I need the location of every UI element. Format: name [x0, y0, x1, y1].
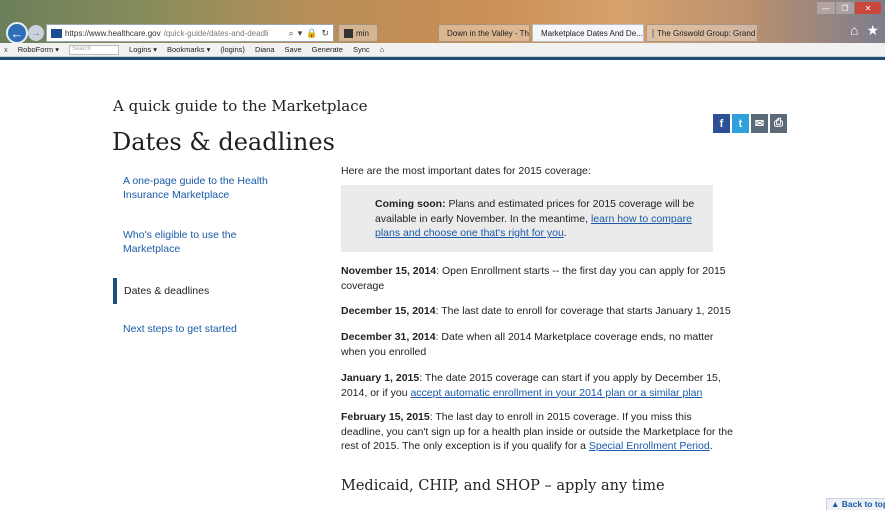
generate-button[interactable]: Generate [312, 45, 343, 54]
page-title: Dates & deadlines [112, 128, 335, 156]
automatic-enrollment-link[interactable]: accept automatic enrollment in your 2014… [410, 387, 702, 399]
lock-icon: 🔒 [306, 27, 318, 38]
sidenav-item-next-steps[interactable]: Next steps to get started [113, 318, 273, 340]
date-label: December 31, 2014 [341, 331, 436, 343]
close-window-button[interactable]: ✕ [855, 2, 881, 14]
address-bar[interactable]: https://www.healthcare.gov/quick-guide/d… [46, 24, 334, 42]
date-item: December 31, 2014: Date when all 2014 Ma… [341, 330, 736, 359]
tab-label: The Griswold Group: Grand Ra... [657, 28, 757, 38]
tab-label: min [356, 28, 369, 38]
tab-label: Marketplace Dates And De... [541, 28, 643, 38]
print-icon[interactable]: ⎙ [770, 114, 787, 133]
site-header-bar [0, 57, 885, 60]
guide-sidenav: A one-page guide to the Health Insurance… [113, 170, 273, 358]
share-buttons: f t ✉ ⎙ [713, 114, 787, 133]
back-to-top-button[interactable]: ▲ Back to top [826, 498, 885, 510]
window-controls: — ❐ ✕ [817, 2, 881, 14]
roboform-search-input[interactable]: Search [69, 44, 120, 55]
date-item: January 1, 2015: The date 2015 coverage … [341, 371, 736, 400]
dropdown-icon[interactable]: ▾ [298, 28, 303, 39]
intro-text: Here are the most important dates for 20… [341, 165, 591, 177]
save-button[interactable]: Save [285, 45, 302, 54]
logins-menu[interactable]: Logins ▾ [129, 45, 157, 54]
date-item: December 15, 2014: The last date to enro… [341, 304, 736, 319]
sidenav-item-dates-deadlines[interactable]: Dates & deadlines [113, 278, 273, 304]
tab-marketplace-dates[interactable]: Marketplace Dates And De... × [532, 24, 644, 42]
bookmarks-menu[interactable]: Bookmarks ▾ [167, 45, 210, 54]
browser-toolbar-icons: ⌂ ★ [850, 22, 879, 39]
special-enrollment-link[interactable]: Special Enrollment Period [589, 440, 710, 452]
refresh-icon[interactable]: ↻ [321, 28, 329, 39]
search-icon[interactable]: ⌕ [289, 28, 294, 39]
sidenav-item-whos-eligible[interactable]: Who's eligible to use the Marketplace [113, 224, 273, 260]
favorites-bar: x RoboForm ▾ Search Logins ▾ Bookmarks ▾… [0, 43, 885, 57]
twitter-icon[interactable]: t [732, 114, 749, 133]
email-icon[interactable]: ✉ [751, 114, 768, 133]
tab-down-in-the-valley[interactable]: Down in the Valley - The He... [438, 24, 530, 42]
tab-favicon-icon [652, 28, 654, 38]
close-toolbar-icon[interactable]: x [4, 45, 8, 54]
tab-min[interactable]: min [338, 24, 378, 42]
facebook-icon[interactable]: f [713, 114, 730, 133]
date-label: January 1, 2015 [341, 372, 420, 384]
date-label: February 15, 2015 [341, 411, 430, 423]
site-favicon-icon [51, 28, 62, 38]
address-bar-icons: ⌕ ▾ 🔒 ↻ [289, 28, 333, 39]
date-label: December 15, 2014 [341, 305, 436, 317]
maximize-button[interactable]: ❐ [836, 2, 854, 14]
home-small-icon[interactable]: ⌂ [380, 45, 385, 54]
logins-alt-link[interactable]: (logins) [220, 45, 245, 54]
minimize-button[interactable]: — [817, 2, 835, 14]
section-heading-medicaid: Medicaid, CHIP, and SHOP – apply any tim… [341, 478, 665, 494]
tab-griswold-group[interactable]: The Griswold Group: Grand Ra... [646, 24, 758, 42]
callout-bold: Coming soon: [375, 198, 446, 210]
back-arrow-icon: ← [10, 25, 24, 41]
roboform-menu[interactable]: RoboForm ▾ [18, 45, 59, 54]
tab-favicon-icon [344, 28, 353, 38]
url-domain: https://www.healthcare.gov [65, 28, 161, 38]
tab-label: Down in the Valley - The He... [447, 28, 529, 38]
home-icon[interactable]: ⌂ [850, 22, 858, 39]
callout-end: . [563, 227, 567, 239]
page-kicker: A quick guide to the Marketplace [113, 97, 368, 115]
sidenav-item-one-page-guide[interactable]: A one-page guide to the Health Insurance… [113, 170, 273, 206]
favorites-star-icon[interactable]: ★ [866, 22, 879, 39]
date-item: February 15, 2015: The last day to enrol… [341, 410, 736, 454]
sync-button[interactable]: Sync [353, 45, 370, 54]
forward-button[interactable]: → [28, 25, 44, 41]
url-path: /quick-guide/dates-and-deadli [163, 28, 269, 38]
forward-arrow-icon: → [31, 27, 41, 39]
diana-link[interactable]: Diana [255, 45, 275, 54]
coming-soon-callout: Coming soon: Plans and estimated prices … [341, 185, 713, 252]
date-label: November 15, 2014 [341, 265, 437, 277]
date-item: November 15, 2014: Open Enrollment start… [341, 264, 736, 293]
date-text-end: . [709, 440, 713, 452]
back-button[interactable]: ← [6, 22, 28, 44]
date-text: : The last date to enroll for coverage t… [435, 305, 731, 317]
